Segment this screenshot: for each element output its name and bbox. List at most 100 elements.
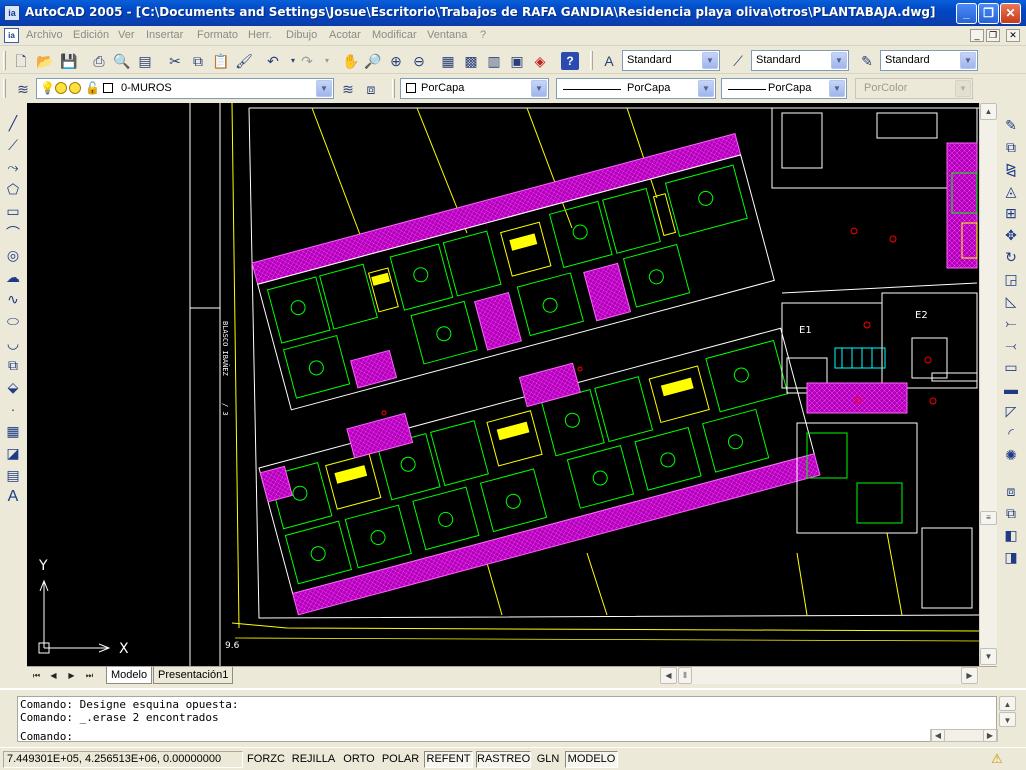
offset-icon[interactable]: ◬ — [1000, 181, 1022, 201]
rectangle-icon[interactable]: ▭ — [2, 201, 24, 221]
copy-icon[interactable]: ⧉ — [1000, 137, 1022, 157]
vertical-scroll-thumb[interactable]: ≡ — [980, 511, 997, 525]
sheet-set-icon[interactable]: ▣ — [506, 50, 528, 72]
chevron-down-icon[interactable]: ▼ — [960, 52, 976, 69]
hatch-icon[interactable]: ▦ — [2, 421, 24, 441]
osnap-toggle[interactable]: REFENT — [424, 751, 473, 768]
lineweight-select[interactable]: PorCapa ▼ — [721, 78, 847, 99]
layer-thaw-icon[interactable] — [55, 82, 67, 94]
chevron-down-icon[interactable]: ▼ — [831, 52, 847, 69]
scroll-up-icon[interactable]: ▲ — [980, 103, 997, 120]
table-style-icon[interactable]: ✎ — [856, 50, 878, 72]
horizontal-scrollbar[interactable]: ◀ ⦀ ▶ — [660, 666, 979, 684]
copy-icon[interactable]: ⧉ — [187, 50, 209, 72]
menu-ver[interactable]: Ver — [118, 29, 135, 41]
mirror-icon[interactable]: ⧎ — [1000, 159, 1022, 179]
ortho-toggle[interactable]: ORTO — [341, 751, 377, 768]
menu-ventana[interactable]: Ventana — [427, 29, 467, 41]
prev-tab-icon[interactable]: ◀ — [46, 668, 61, 683]
polygon-icon[interactable]: ⬠ — [2, 179, 24, 199]
command-prompt[interactable]: Comando: — [20, 730, 73, 743]
drawing-area[interactable]: BLASCO IBAÑEZ / 3 9.6 E1 E2 Y X — [27, 103, 979, 666]
spline-icon[interactable]: ∿ — [2, 289, 24, 309]
zoom-previous-icon[interactable]: ⊖ — [408, 50, 430, 72]
layer-color-swatch[interactable] — [103, 83, 113, 93]
tool-palettes-icon[interactable]: ▥ — [483, 50, 505, 72]
linetype-select[interactable]: PorCapa ▼ — [556, 78, 716, 99]
chevron-down-icon[interactable]: ▼ — [702, 52, 718, 69]
layer-lock-icon[interactable]: 🔓 — [85, 81, 100, 95]
command-history[interactable]: Comando: Designe esquina opuesta: Comand… — [17, 696, 997, 743]
maximize-button[interactable]: ❐ — [978, 3, 999, 24]
toolbar-grip[interactable] — [392, 79, 395, 98]
bring-front-icon[interactable]: ◧ — [1000, 525, 1022, 545]
next-tab-icon[interactable]: ▶ — [64, 668, 79, 683]
first-tab-icon[interactable]: ⏮ — [29, 668, 44, 683]
tab-presentacion1[interactable]: Presentación1 — [153, 667, 234, 684]
break-icon[interactable]: ▭ — [1000, 357, 1022, 377]
save-icon[interactable]: 💾 — [58, 50, 80, 72]
menu-modificar[interactable]: Modificar — [372, 29, 417, 41]
fillet-icon[interactable]: ◜ — [1000, 423, 1022, 443]
region-icon[interactable]: ◪ — [2, 443, 24, 463]
dim-style-select[interactable]: Standard ▼ — [751, 50, 849, 71]
help-icon[interactable]: ? — [561, 52, 579, 70]
rotate-icon[interactable]: ↻ — [1000, 247, 1022, 267]
ellipse-icon[interactable]: ⬭ — [2, 311, 24, 331]
autocad-app-icon[interactable]: ia — [4, 5, 20, 21]
menu-formato[interactable]: Formato — [197, 29, 238, 41]
table-style-select[interactable]: Standard ▼ — [880, 50, 978, 71]
ellipse-arc-icon[interactable]: ◡ — [2, 333, 24, 353]
trim-icon[interactable]: ⤚ — [1000, 313, 1022, 333]
scroll-down-icon[interactable]: ▼ — [980, 648, 997, 665]
polar-toggle[interactable]: POLAR — [380, 751, 421, 768]
make-block-icon[interactable]: ⬙ — [2, 377, 24, 397]
layer-manager-icon[interactable]: ≋ — [12, 78, 34, 100]
toolbar-grip[interactable] — [3, 79, 6, 98]
command-scroll-right-icon[interactable]: ▶ — [983, 729, 997, 742]
revision-cloud-icon[interactable]: ☁ — [2, 267, 24, 287]
layer-vp-thaw-icon[interactable] — [69, 82, 81, 94]
snap-toggle[interactable]: FORZC — [246, 751, 286, 768]
circle-icon[interactable]: ◎ — [2, 245, 24, 265]
color-select[interactable]: PorCapa ▼ — [400, 78, 549, 99]
doc-close-button[interactable]: ✕ — [1006, 29, 1020, 42]
polyline-icon[interactable]: ⤳ — [2, 157, 24, 177]
chevron-down-icon[interactable]: ▼ — [829, 80, 845, 97]
construction-line-icon[interactable]: ⟋ — [2, 135, 24, 155]
match-properties-icon[interactable]: 🖌 — [233, 50, 255, 72]
toolbar-grip[interactable] — [590, 51, 593, 70]
point-icon[interactable]: · — [2, 399, 24, 419]
menu-acotar[interactable]: Acotar — [329, 29, 361, 41]
toolbar-grip[interactable] — [3, 51, 6, 70]
array-icon[interactable]: ⊞ — [1000, 203, 1022, 223]
command-scroll-left-icon[interactable]: ◀ — [931, 729, 945, 742]
layer-on-icon[interactable]: 💡 — [40, 81, 55, 95]
zoom-window-icon[interactable]: ⊕ — [385, 50, 407, 72]
extend-icon[interactable]: ⤙ — [1000, 335, 1022, 355]
erase-icon[interactable]: ✎ — [1000, 115, 1022, 135]
scroll-right-icon[interactable]: ▶ — [961, 667, 978, 684]
design-center-icon[interactable]: ▩ — [460, 50, 482, 72]
insert-block-icon[interactable]: ⧉ — [2, 355, 24, 375]
paste-icon[interactable]: 📋 — [210, 50, 232, 72]
zoom-realtime-icon[interactable]: 🔎 — [362, 50, 384, 72]
menu-edicion[interactable]: Edición — [73, 29, 109, 41]
layer-previous-icon[interactable]: ⧈ — [360, 78, 382, 100]
command-scroll-up-icon[interactable]: ▲ — [999, 696, 1016, 711]
menu-ayuda[interactable]: ? — [480, 29, 486, 41]
open-icon[interactable]: 📂 — [34, 50, 56, 72]
layer-select[interactable]: 💡 🔓 0-MUROS ▼ — [36, 78, 334, 99]
last-tab-icon[interactable]: ⏭ — [82, 668, 97, 683]
command-scrollbar[interactable]: ▲ ▼ — [999, 696, 1016, 728]
draw-order-icon[interactable]: ⧉ — [1000, 503, 1022, 523]
move-icon[interactable]: ✥ — [1000, 225, 1022, 245]
communication-center-icon[interactable]: ⚠ — [988, 751, 1006, 768]
text-style-select[interactable]: Standard ▼ — [622, 50, 720, 71]
coordinate-readout[interactable]: 7.449301E+05, 4.256513E+06, 0.00000000 — [3, 751, 243, 768]
cut-icon[interactable]: ✂ — [164, 50, 186, 72]
plot-icon[interactable]: ⎙ — [88, 50, 110, 72]
pan-realtime-icon[interactable]: ✋ — [340, 50, 362, 72]
text-style-icon[interactable]: A — [598, 50, 620, 72]
grid-toggle[interactable]: REJILLA — [289, 751, 338, 768]
